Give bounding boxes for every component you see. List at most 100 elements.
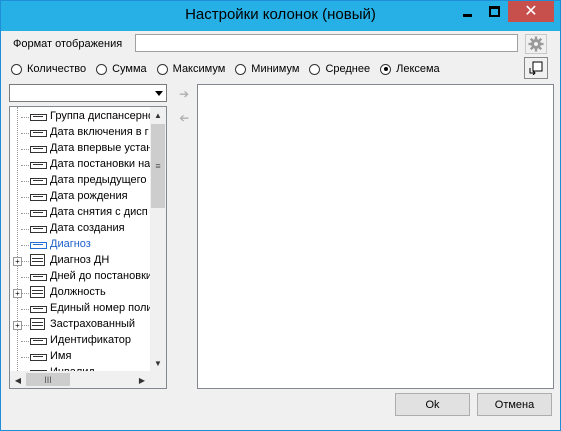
field-icon <box>30 354 47 361</box>
aggregation-radio-group: Количество Сумма Максимум Минимум Средне… <box>11 61 450 77</box>
chevron-up-icon: ▲ <box>154 110 162 120</box>
chevron-right-icon: ▶ <box>138 375 146 385</box>
radio-average[interactable]: Среднее <box>309 63 370 75</box>
insert-button[interactable] <box>524 57 548 79</box>
field-icon <box>30 114 47 121</box>
format-input[interactable] <box>135 34 518 52</box>
tree-item[interactable]: + Застрахованный <box>10 317 150 333</box>
vertical-scroll-thumb[interactable]: ≡ <box>151 124 165 208</box>
ok-button[interactable]: Ok <box>395 393 470 416</box>
horizontal-scroll-thumb[interactable]: III <box>26 373 70 386</box>
tree-connector <box>21 165 29 166</box>
tree-item[interactable]: Имя <box>10 349 150 365</box>
remove-column-button[interactable]: ➔ <box>176 110 192 126</box>
scroll-up-button[interactable]: ▲ <box>150 107 166 123</box>
scroll-right-button[interactable]: ▶ <box>134 372 150 388</box>
table-icon <box>30 318 45 330</box>
close-button[interactable]: ✕ <box>508 1 554 22</box>
field-icon <box>30 162 47 169</box>
minimize-icon <box>462 14 472 17</box>
radio-lexeme[interactable]: Лексема <box>380 63 440 75</box>
expand-icon[interactable]: + <box>13 257 22 266</box>
radio-circle <box>309 63 321 75</box>
selected-columns-panel[interactable] <box>197 84 554 389</box>
tree-item[interactable]: Дата снятия с дисп <box>10 205 150 221</box>
radio-sum[interactable]: Сумма <box>96 63 147 75</box>
horizontal-scrollbar[interactable]: ◀ III ▶ <box>10 371 150 388</box>
tree-item[interactable]: Идентификатор <box>10 333 150 349</box>
tree-connector <box>21 357 29 358</box>
tree-item[interactable]: Дней до постановки <box>10 269 150 285</box>
format-label: Формат отображения <box>13 38 123 50</box>
maximize-icon <box>488 6 500 17</box>
tree-item[interactable]: Дата включения в г <box>10 125 150 141</box>
tree-connector <box>21 149 29 150</box>
field-icon <box>30 210 47 217</box>
tree-connector <box>21 309 29 310</box>
tree-item-label: Застрахованный <box>50 318 136 330</box>
field-icon <box>30 146 47 153</box>
tree-item-label: Дата предыдущего <box>50 174 147 186</box>
radio-count[interactable]: Количество <box>11 63 86 75</box>
expand-icon[interactable]: + <box>13 321 22 330</box>
tree-item[interactable]: + Должность <box>10 285 150 301</box>
scroll-down-button[interactable]: ▼ <box>150 355 166 371</box>
field-filter-combo[interactable] <box>9 84 167 102</box>
tree-item[interactable]: + Диагноз ДН <box>10 253 150 269</box>
tree-item[interactable]: Дата впервые устан <box>10 141 150 157</box>
field-icon <box>30 338 47 345</box>
radio-circle <box>235 63 247 75</box>
title-bar[interactable]: Настройки колонок (новый) ✕ <box>1 1 560 31</box>
tree-item-label: Группа диспансерного <box>50 110 150 122</box>
tree-item[interactable]: Диагноз <box>10 237 150 253</box>
tree-item-label: Дата создания <box>50 222 125 234</box>
tree-connector <box>21 341 29 342</box>
grip-icon: ≡ <box>155 161 161 171</box>
tree-item-label: Дата снятия с дисп <box>50 206 148 218</box>
table-icon <box>30 286 45 298</box>
tree-item-label: Имя <box>50 350 72 362</box>
field-icon <box>30 306 47 313</box>
scroll-left-button[interactable]: ◀ <box>10 372 26 388</box>
tree-connector <box>21 229 29 230</box>
field-icon <box>30 242 47 249</box>
tree-connector <box>21 133 29 134</box>
radio-circle <box>11 63 22 75</box>
tree-connector <box>21 181 29 182</box>
field-icon <box>30 226 47 233</box>
tree-item[interactable]: Группа диспансерного <box>10 109 150 125</box>
tree-item[interactable]: Дата постановки на <box>10 157 150 173</box>
tree-connector <box>21 117 29 118</box>
add-column-button[interactable]: ➔ <box>176 86 192 102</box>
tree-item[interactable]: Дата рождения <box>10 189 150 205</box>
field-icon <box>30 194 47 201</box>
tree-connector <box>21 197 29 198</box>
table-icon <box>30 254 45 266</box>
minimize-button[interactable] <box>454 1 480 22</box>
cancel-button[interactable]: Отмена <box>477 393 552 416</box>
field-tree[interactable]: Группа диспансерного Дата включения в г Да… <box>9 106 167 389</box>
chevron-left-icon: ◀ <box>14 375 22 385</box>
arrow-left-icon: ➔ <box>178 111 190 125</box>
tree-item-label: Дней до постановки <box>50 270 150 282</box>
tree-item[interactable]: Дата предыдущего <box>10 173 150 189</box>
tree-item[interactable]: Дата создания <box>10 221 150 237</box>
chevron-down-icon <box>154 90 163 96</box>
tree-item-label: Дата включения в г <box>50 126 149 138</box>
vertical-scrollbar[interactable]: ▲ ≡ ▼ <box>150 107 166 371</box>
radio-min[interactable]: Минимум <box>235 63 299 75</box>
combo-dropdown-button[interactable] <box>151 85 166 101</box>
radio-circle <box>380 63 392 75</box>
field-icon <box>30 130 47 137</box>
tree-item[interactable]: Единый номер поли <box>10 301 150 317</box>
expand-icon[interactable]: + <box>13 289 22 298</box>
format-settings-button[interactable] <box>525 34 547 54</box>
tree-connector <box>21 293 29 294</box>
maximize-button[interactable] <box>481 1 507 22</box>
tree-item-label: Должность <box>50 286 106 298</box>
arrow-right-icon: ➔ <box>178 87 190 101</box>
tree-connector <box>21 213 29 214</box>
scroll-corner <box>150 371 166 388</box>
radio-max[interactable]: Максимум <box>156 63 225 75</box>
tree-item-label: Единый номер поли <box>50 302 150 314</box>
